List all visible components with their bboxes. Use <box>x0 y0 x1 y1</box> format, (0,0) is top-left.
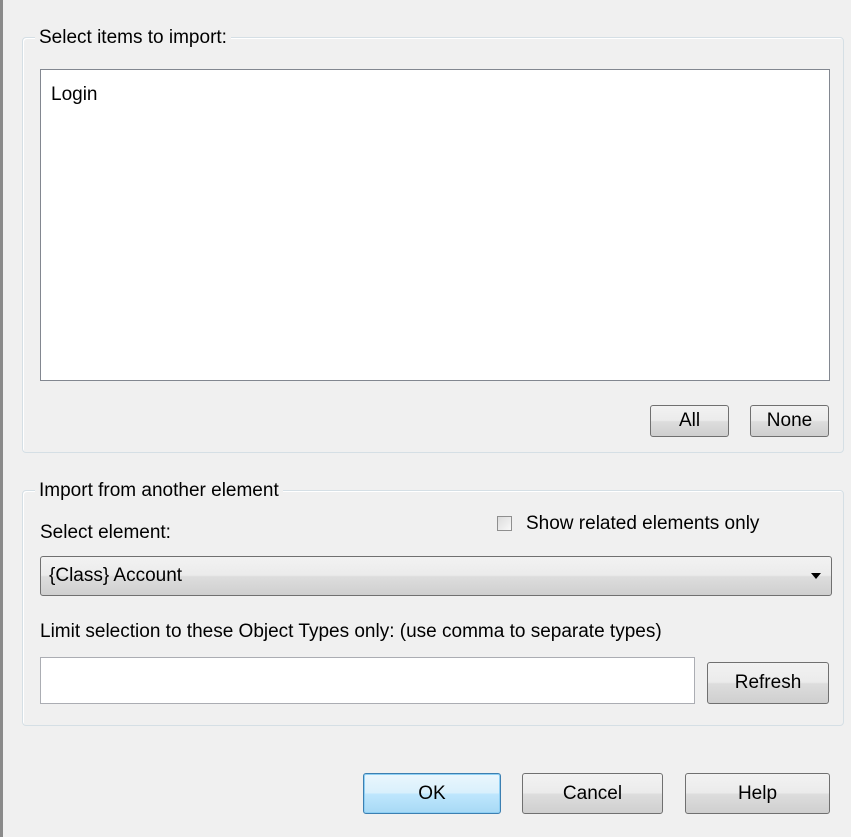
help-button[interactable]: Help <box>685 773 830 814</box>
window-edge <box>0 0 3 837</box>
select-items-legend: Select items to import: <box>35 27 231 49</box>
list-item[interactable]: Login <box>51 84 98 106</box>
limit-types-label: Limit selection to these Object Types on… <box>40 621 662 642</box>
show-related-label[interactable]: Show related elements only <box>526 513 759 535</box>
import-items-list[interactable]: Login <box>40 69 830 381</box>
select-element-label: Select element: <box>40 522 171 543</box>
element-select-value: {Class} Account <box>49 565 183 586</box>
chevron-down-icon <box>811 573 821 579</box>
ok-button[interactable]: OK <box>363 773 501 814</box>
import-from-legend: Import from another element <box>35 480 283 502</box>
refresh-button[interactable]: Refresh <box>707 662 829 704</box>
object-types-input[interactable] <box>40 657 695 704</box>
select-all-button[interactable]: All <box>650 405 729 437</box>
cancel-button[interactable]: Cancel <box>522 773 663 814</box>
element-select[interactable]: {Class} Account <box>40 556 832 596</box>
show-related-checkbox[interactable] <box>497 516 512 531</box>
select-none-button[interactable]: None <box>750 405 829 437</box>
import-dialog: Select items to import: Login All None I… <box>0 0 851 837</box>
